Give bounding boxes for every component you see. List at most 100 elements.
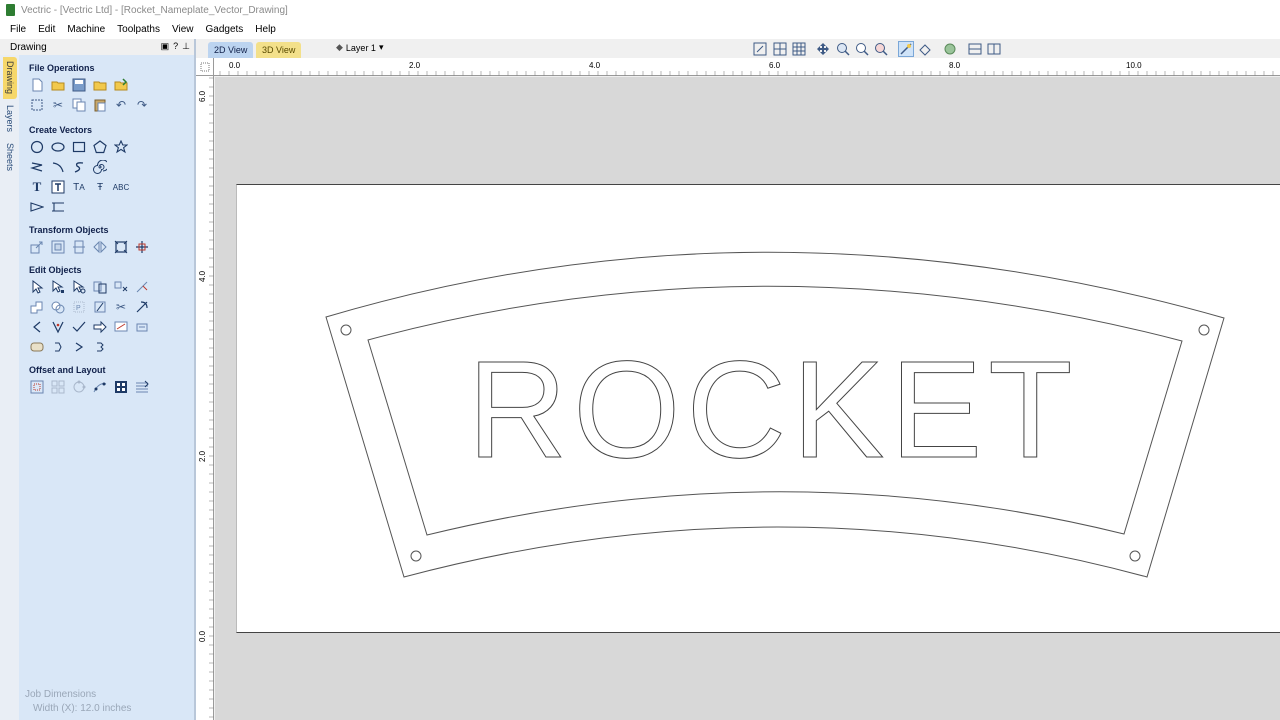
menu-gadgets[interactable]: Gadgets <box>199 24 249 35</box>
draw-polygon-icon[interactable] <box>92 139 108 155</box>
ungroup-icon[interactable] <box>113 279 129 295</box>
bend-text-icon[interactable]: Ŧ <box>92 179 108 195</box>
new-file-icon[interactable] <box>29 77 45 93</box>
menu-help[interactable]: Help <box>249 24 282 35</box>
offset-icon[interactable] <box>29 379 45 395</box>
zoom-extents-icon[interactable] <box>752 41 768 57</box>
zoom-icon[interactable] <box>854 41 870 57</box>
transform-select-icon[interactable] <box>71 279 87 295</box>
extend-icon[interactable] <box>92 319 108 335</box>
drawing-edit-2-icon[interactable] <box>71 339 87 355</box>
drawing-edit-1-icon[interactable] <box>50 339 66 355</box>
text-on-curve-icon[interactable]: TA <box>71 179 87 195</box>
nesting-icon[interactable] <box>113 379 129 395</box>
tab-sheets[interactable]: Sheets <box>3 139 17 175</box>
measure-icon[interactable] <box>113 319 129 335</box>
pan-icon[interactable] <box>815 41 831 57</box>
panel-header: Drawing ▣ ? ⊥ <box>0 39 196 55</box>
pin-icon[interactable]: ⊥ <box>182 41 190 52</box>
vector-texture-icon[interactable] <box>134 379 150 395</box>
zoom-out-icon[interactable] <box>873 41 889 57</box>
tab-3d-view[interactable]: 3D View <box>256 42 302 58</box>
tab-drawing[interactable]: Drawing <box>3 57 17 99</box>
align-icon[interactable] <box>50 239 66 255</box>
fillet-icon[interactable] <box>50 319 66 335</box>
import-icon[interactable] <box>113 77 129 93</box>
tab-layers[interactable]: Layers <box>3 101 17 137</box>
draw-rectangle-icon[interactable] <box>71 139 87 155</box>
rotate-icon[interactable] <box>71 239 87 255</box>
menu-file[interactable]: File <box>4 24 32 35</box>
job-setup-icon[interactable] <box>29 97 45 113</box>
save-icon[interactable] <box>71 77 87 93</box>
menu-toolpaths[interactable]: Toolpaths <box>111 24 166 35</box>
draw-arc-icon[interactable] <box>50 159 66 175</box>
auto-layout-text-icon[interactable] <box>50 179 66 195</box>
snap-toggle-icon[interactable] <box>898 41 914 57</box>
svg-text:P: P <box>76 305 81 312</box>
menu-view[interactable]: View <box>166 24 200 35</box>
layout-vertical-icon[interactable] <box>986 41 1002 57</box>
undo-icon[interactable]: ↶ <box>113 97 129 113</box>
overlap-icon[interactable] <box>92 299 108 315</box>
smart-delete-icon[interactable] <box>134 279 150 295</box>
draw-text-icon[interactable]: T <box>29 179 45 195</box>
group-icon[interactable] <box>92 279 108 295</box>
mounting-hole[interactable] <box>1129 550 1141 562</box>
select-icon[interactable] <box>29 279 45 295</box>
distort-icon[interactable] <box>134 239 150 255</box>
show-ruler-icon[interactable] <box>917 41 933 57</box>
copy-icon[interactable] <box>71 97 87 113</box>
draw-line-icon[interactable] <box>29 159 45 175</box>
paste-icon[interactable] <box>92 97 108 113</box>
grid-icon[interactable] <box>791 41 807 57</box>
draw-curve-icon[interactable] <box>71 159 87 175</box>
title-bar: Vectric - [Vectric Ltd] - [Rocket_Namepl… <box>0 0 1280 20</box>
drawing-edit-3-icon[interactable] <box>92 339 108 355</box>
cut-icon[interactable]: ✂ <box>50 97 66 113</box>
scale-icon[interactable] <box>113 239 129 255</box>
render-icon[interactable] <box>942 41 958 57</box>
move-icon[interactable] <box>29 239 45 255</box>
menu-edit[interactable]: Edit <box>32 24 61 35</box>
ruler-corner[interactable] <box>196 58 214 76</box>
node-edit-icon[interactable] <box>50 279 66 295</box>
weld-icon[interactable] <box>29 299 45 315</box>
rocket-text[interactable]: ROCKET <box>467 333 1078 488</box>
intersect-icon[interactable]: P <box>71 299 87 315</box>
create-boundary-icon[interactable] <box>134 319 150 335</box>
draw-spiral-icon[interactable] <box>92 159 108 175</box>
subtract-icon[interactable] <box>50 299 66 315</box>
tab-2d-view[interactable]: 2D View <box>208 42 254 58</box>
panel-title: Drawing <box>10 41 47 53</box>
mounting-hole[interactable] <box>410 550 422 562</box>
draw-star-icon[interactable] <box>113 139 129 155</box>
dimensions-icon[interactable] <box>50 199 66 215</box>
mounting-hole[interactable] <box>340 324 352 336</box>
panel-layout-icon[interactable]: ▣ <box>161 41 170 52</box>
redo-icon[interactable]: ↷ <box>134 97 150 113</box>
draw-dimension-icon[interactable] <box>29 199 45 215</box>
close-vectors-icon[interactable] <box>134 299 150 315</box>
help-icon[interactable]: ? <box>173 41 178 52</box>
mirror-icon[interactable] <box>92 239 108 255</box>
trim-icon[interactable]: ✂ <box>113 299 129 315</box>
mounting-hole[interactable] <box>1198 324 1210 336</box>
zoom-box-icon[interactable] <box>835 41 851 57</box>
curve-fit-icon[interactable] <box>71 319 87 335</box>
draw-circle-icon[interactable] <box>29 139 45 155</box>
layout-horizontal-icon[interactable] <box>967 41 983 57</box>
nameplate-drawing[interactable]: ROCKET <box>215 77 1280 720</box>
layer-dropdown[interactable]: ◆ Layer 1 ▾ <box>336 42 383 53</box>
copy-along-vector-icon[interactable] <box>92 379 108 395</box>
array-copy-icon[interactable] <box>50 379 66 395</box>
save-as-icon[interactable] <box>92 77 108 93</box>
draw-ellipse-icon[interactable] <box>50 139 66 155</box>
open-file-icon[interactable] <box>50 77 66 93</box>
snap-grid-icon[interactable] <box>772 41 788 57</box>
circular-array-icon[interactable] <box>71 379 87 395</box>
text-arc-icon[interactable]: ABC <box>113 179 129 195</box>
join-vectors-icon[interactable] <box>29 319 45 335</box>
offset-boundary-icon[interactable] <box>29 339 45 355</box>
menu-machine[interactable]: Machine <box>61 24 111 35</box>
